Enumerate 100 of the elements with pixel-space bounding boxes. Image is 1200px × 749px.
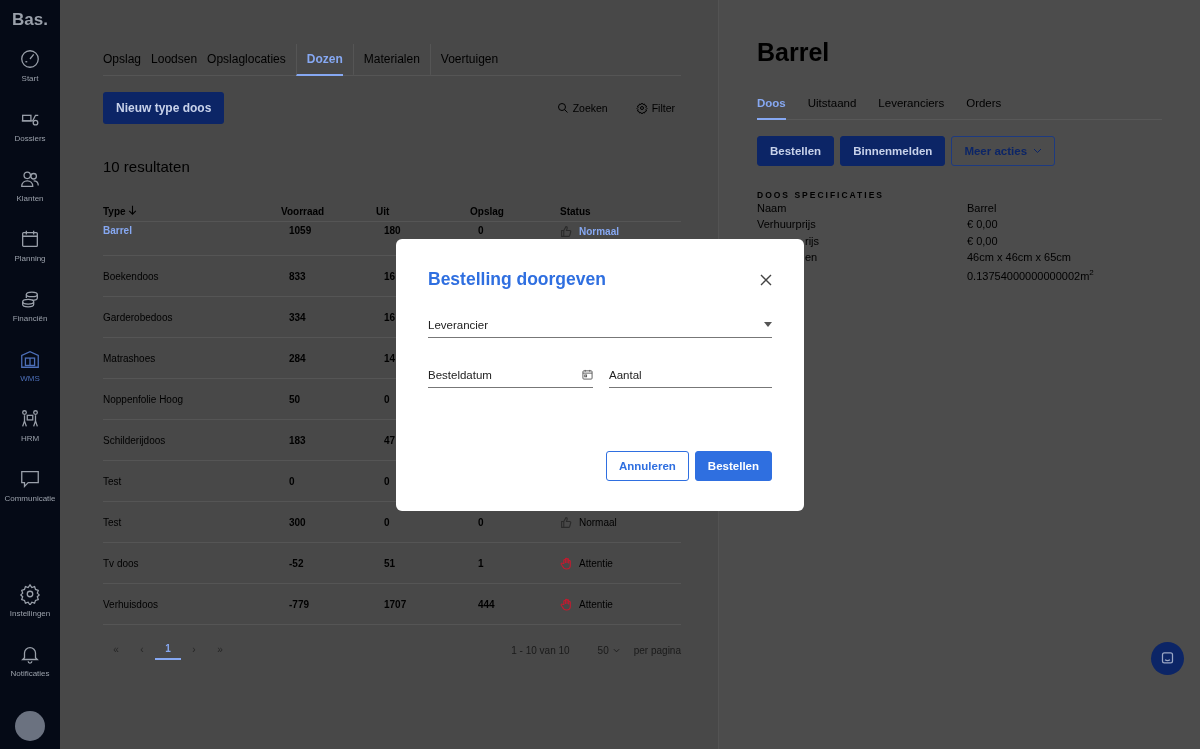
status-label: Attentie — [579, 557, 613, 569]
avatar[interactable] — [15, 711, 45, 741]
new-box-type-button[interactable]: Nieuw type doos — [103, 92, 225, 124]
table-cell: 0 — [289, 475, 295, 487]
table-cell: 51 — [384, 557, 396, 569]
settings-icon — [19, 583, 41, 605]
status-label: Attentie — [579, 598, 613, 610]
spec-label: Naam — [757, 202, 787, 214]
table-cell: 0 — [478, 516, 484, 528]
tab[interactable]: Orders — [966, 97, 1002, 120]
action-button[interactable]: Binnenmelden — [840, 136, 946, 166]
table-cell: 334 — [289, 311, 306, 323]
date-field[interactable]: Besteldatum — [428, 368, 582, 381]
nav-item[interactable]: Financiën — [12, 288, 48, 348]
cancel-button[interactable]: Annuleren — [606, 451, 689, 481]
column-header[interactable]: Type — [103, 206, 126, 217]
table-cell: 0 — [384, 475, 390, 487]
tab[interactable]: Loodsen — [151, 44, 198, 76]
status-label: Normaal — [579, 516, 617, 528]
table-cell: 1 — [478, 557, 484, 569]
tab[interactable]: Materialen — [352, 44, 420, 76]
spec-value: 0.13754000000000002m$^{2}$ — [967, 269, 1094, 282]
table-cell: 1707 — [384, 598, 407, 610]
nav-item[interactable]: Instellingen — [9, 583, 51, 643]
chevron-down-icon — [612, 648, 620, 653]
table-cell: 0 — [478, 225, 484, 236]
nav-item[interactable]: Dossiers — [14, 108, 46, 168]
spec-label: rijs — [805, 234, 820, 247]
chevron-down-icon — [1033, 148, 1043, 154]
hand-icon — [560, 556, 573, 570]
chat-icon — [19, 468, 41, 490]
table-cell: 833 — [289, 270, 306, 282]
thumbs-up-icon — [560, 225, 573, 238]
table-cell: 0 — [384, 393, 390, 405]
type-link[interactable]: Barrel — [103, 225, 132, 236]
table-cell: 14 — [384, 352, 396, 364]
tab[interactable]: Opslag — [103, 44, 142, 76]
tab[interactable]: Doos — [757, 97, 786, 120]
table-cell: 47 — [384, 434, 396, 446]
table-cell: Verhuisdoos — [103, 598, 159, 610]
gauge-icon — [19, 48, 41, 70]
logo: Bas. — [12, 10, 48, 30]
search-icon — [556, 102, 569, 114]
calendar-icon[interactable] — [582, 369, 593, 380]
supplier-select[interactable]: Leverancier — [428, 318, 764, 331]
column-header: Opslag — [470, 205, 504, 217]
status-label: Normaal — [579, 226, 619, 237]
chat-icon — [1160, 651, 1175, 666]
tab[interactable]: Leveranciers — [878, 97, 945, 120]
order-button[interactable]: Bestellen — [694, 451, 772, 481]
table-cell: -52 — [289, 557, 304, 569]
table-cell: Tv doos — [103, 557, 139, 569]
column-header: Status — [560, 205, 591, 217]
table-cell: Schilderijdoos — [103, 434, 166, 446]
tab[interactable]: Voertuigen — [429, 44, 499, 76]
spec-label: Verhuurprijs — [757, 218, 816, 231]
spec-value: € 0,00 — [967, 234, 998, 247]
settings-icon — [635, 102, 648, 114]
table-cell: Noppenfolie Hoog — [103, 393, 184, 405]
table-cell: Garderobedoos — [103, 311, 173, 323]
search-button[interactable]: Zoeken — [550, 101, 614, 115]
detail-title: Barrel — [757, 38, 831, 67]
page-button[interactable]: 1 — [155, 641, 181, 660]
result-count: 10 resultaten — [103, 158, 191, 175]
spec-value: Barrel — [967, 202, 997, 214]
table-cell: 183 — [289, 434, 306, 446]
spec-value: € 0,00 — [967, 218, 998, 231]
nav-item[interactable]: HRM — [19, 408, 41, 468]
table-cell: 50 — [289, 393, 301, 405]
section-heading: DOOS SPECIFICATIES — [757, 190, 885, 200]
tab[interactable]: Uitstaand — [807, 97, 857, 120]
table-cell: Matrashoes — [103, 352, 156, 364]
tab[interactable]: Dozen — [295, 44, 343, 76]
filter-button[interactable]: Filter — [629, 101, 681, 115]
column-header: Voorraad — [281, 205, 325, 217]
dropdown-arrow-icon — [764, 322, 772, 327]
spec-label: en — [805, 250, 818, 263]
close-button[interactable] — [760, 273, 772, 286]
nav-item[interactable]: Communicatie — [4, 468, 56, 528]
nav-item[interactable]: WMS — [19, 348, 41, 408]
table-cell: -779 — [289, 598, 309, 610]
table-cell: 1059 — [289, 225, 312, 236]
table-cell: 300 — [289, 516, 306, 528]
table-cell: 16 — [384, 311, 396, 323]
dialog-title: Bestelling doorgeven — [428, 269, 606, 290]
chat-button[interactable] — [1151, 642, 1184, 675]
nav-item[interactable]: Planning — [14, 228, 46, 288]
tab[interactable]: Opslaglocaties — [207, 44, 286, 76]
nav-item[interactable]: Start — [19, 48, 41, 108]
nav-item[interactable]: Notificaties — [10, 643, 50, 703]
action-button[interactable]: Bestellen — [757, 136, 835, 166]
table-cell: Test — [103, 516, 122, 528]
table-cell: 444 — [478, 598, 495, 610]
calendar-icon — [19, 228, 41, 250]
table-cell: 284 — [289, 352, 306, 364]
nav-item[interactable]: Klanten — [16, 168, 44, 228]
column-header: Uit — [376, 205, 390, 217]
table-cell: 16 — [384, 270, 396, 282]
thumbs-up-icon — [560, 515, 573, 529]
quantity-field[interactable]: Aantal — [609, 368, 772, 381]
